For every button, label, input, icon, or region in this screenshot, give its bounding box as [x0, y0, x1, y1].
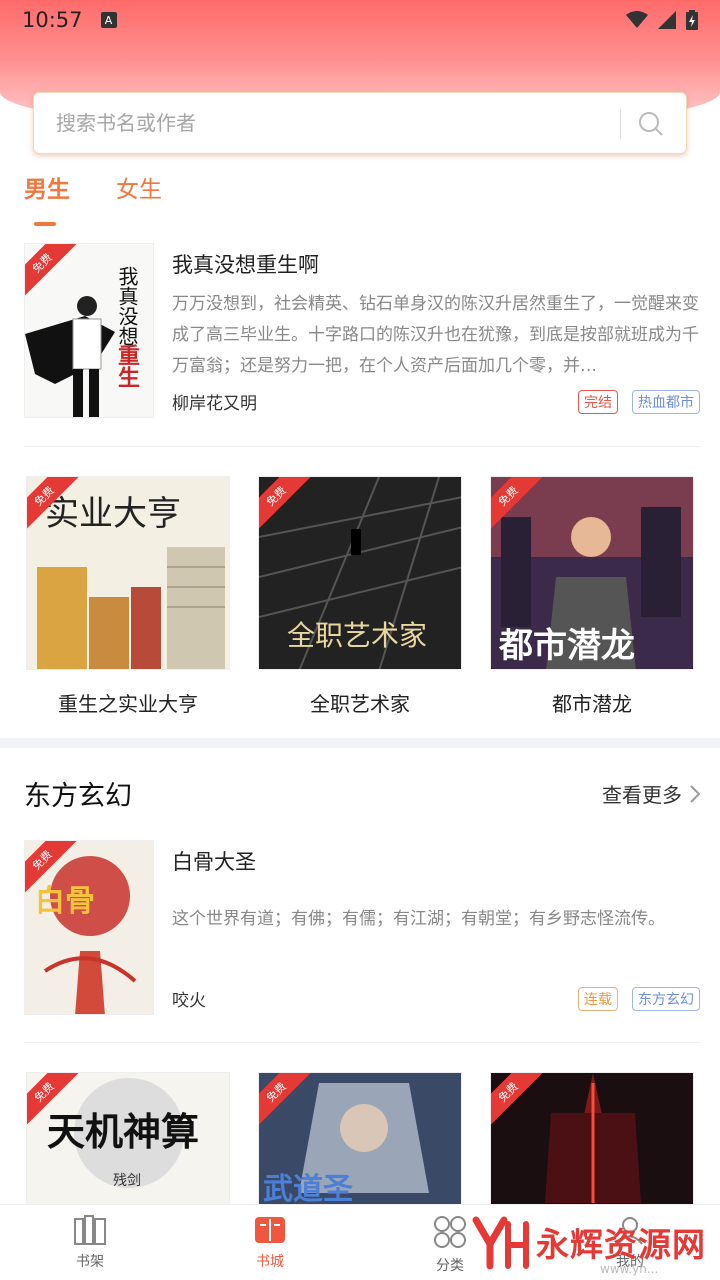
- svg-text:重生: 重生: [114, 344, 140, 388]
- book-info: 白骨大圣 这个世界有道；有佛；有儒；有江湖；有朝堂；有乡野志怪流传。 咬火 连载…: [172, 840, 700, 1015]
- book-title: 我真没想重生啊: [172, 253, 319, 277]
- cover-art: 都市潜龙: [491, 477, 693, 669]
- status-time: 10:57: [22, 8, 83, 32]
- view-more-label: 查看更多: [602, 783, 682, 807]
- tab-female[interactable]: 女生: [116, 170, 162, 216]
- search-input[interactable]: [56, 111, 596, 135]
- status-bar: 10:57 A: [0, 0, 720, 40]
- view-more-link[interactable]: 查看更多: [602, 779, 700, 808]
- book-city-icon: [255, 1217, 285, 1243]
- nav-label: 书城: [256, 1254, 284, 1270]
- book-cover: 武道圣 免费: [258, 1072, 462, 1204]
- grid-book[interactable]: 免费: [490, 1072, 694, 1204]
- bookshelf-icon: [74, 1215, 106, 1245]
- book-cover: 实业大亨 免费: [26, 476, 230, 670]
- grid-book[interactable]: 实业大亨 免费 重生之实业大亨: [26, 476, 230, 717]
- svg-text:实业大亨: 实业大亨: [45, 494, 181, 534]
- book-cover: 白骨 免费: [24, 840, 154, 1015]
- signal-icon: [658, 11, 676, 29]
- nav-book-city[interactable]: 书城: [180, 1205, 360, 1280]
- book-cover: 天机神算 残剑 免费: [26, 1072, 230, 1204]
- nav-bookshelf[interactable]: 书架: [0, 1205, 180, 1280]
- category-icon: [434, 1216, 466, 1248]
- book-title: 重生之实业大亨: [58, 692, 198, 716]
- search-icon[interactable]: [638, 111, 664, 137]
- gender-tabs: 男生 女生: [24, 170, 162, 226]
- divider: [24, 1042, 700, 1043]
- grid-book[interactable]: 都市潜龙 免费 都市潜龙: [490, 476, 694, 717]
- book-grid: 实业大亨 免费 重生之实业大亨 全职艺术家 免费 全职艺术家 都市潜龙 免费 都…: [26, 476, 694, 717]
- book-tags: 完结 热血都市: [578, 389, 700, 414]
- book-meta: 咬火 连载 东方玄幻: [172, 986, 700, 1011]
- genre-tag[interactable]: 东方玄幻: [632, 986, 700, 1011]
- featured-book[interactable]: 我真没想 重生 免费 我真没想重生啊 万万没想到，社会精英、钻石单身汉的陈汉升居…: [24, 243, 700, 418]
- tab-indicator: [34, 222, 56, 226]
- svg-text:都市潜龙: 都市潜龙: [498, 626, 635, 666]
- book-title: 白骨大圣: [172, 850, 256, 874]
- book-cover: 全职艺术家 免费: [258, 476, 462, 670]
- book-cover: 免费: [490, 1072, 694, 1204]
- nav-label: 书架: [76, 1254, 104, 1270]
- tab-male[interactable]: 男生: [24, 170, 70, 226]
- genre-tag[interactable]: 热血都市: [632, 389, 700, 414]
- nav-label: 分类: [436, 1258, 464, 1274]
- svg-text:白骨: 白骨: [35, 884, 95, 919]
- search-divider: [620, 109, 621, 139]
- book-tags: 连载 东方玄幻: [578, 986, 700, 1011]
- notification-icon: A: [100, 12, 117, 28]
- watermark-text: 永辉资源网: [536, 1225, 706, 1264]
- cover-art: 实业大亨: [27, 477, 229, 669]
- watermark: 永辉资源网: [470, 1214, 706, 1270]
- wifi-icon: [626, 11, 648, 28]
- search-bar[interactable]: [33, 92, 687, 154]
- svg-text:我真没想: 我真没想: [115, 266, 139, 346]
- section-header: 东方玄幻 查看更多: [24, 774, 700, 813]
- grid-book[interactable]: 全职艺术家 免费 全职艺术家: [258, 476, 462, 717]
- status-tag[interactable]: 连载: [578, 986, 618, 1011]
- book-author: 柳岸花又明: [172, 394, 257, 414]
- battery-icon: [686, 10, 698, 30]
- book-meta: 柳岸花又明 完结 热血都市: [172, 389, 700, 414]
- divider: [24, 446, 700, 447]
- book-description: 万万没想到，社会精英、钻石单身汉的陈汉升居然重生了，一觉醒来变成了高三毕业生。十…: [172, 294, 699, 376]
- book-title: 都市潜龙: [552, 692, 632, 716]
- svg-text:武道圣: 武道圣: [263, 1172, 354, 1204]
- book-author: 咬火: [172, 991, 206, 1011]
- tab-male-label: 男生: [24, 177, 70, 203]
- section-title: 东方玄幻: [24, 781, 132, 812]
- book-cover: 都市潜龙 免费: [490, 476, 694, 670]
- svg-text:全职艺术家: 全职艺术家: [287, 619, 427, 652]
- grid-book[interactable]: 天机神算 残剑 免费: [26, 1072, 230, 1204]
- grid-book[interactable]: 武道圣 免费: [258, 1072, 462, 1204]
- book-description: 这个世界有道；有佛；有儒；有江湖；有朝堂；有乡野志怪流传。: [172, 909, 665, 929]
- section-separator: [0, 738, 720, 748]
- featured-book[interactable]: 白骨 免费 白骨大圣 这个世界有道；有佛；有儒；有江湖；有朝堂；有乡野志怪流传。…: [24, 840, 700, 1015]
- svg-text:天机神算: 天机神算: [47, 1109, 199, 1154]
- watermark-url: www.yh...: [600, 1262, 659, 1276]
- cover-art: 全职艺术家: [259, 477, 461, 669]
- svg-text:残剑: 残剑: [113, 1173, 141, 1189]
- book-info: 我真没想重生啊 万万没想到，社会精英、钻石单身汉的陈汉升居然重生了，一觉醒来变成…: [172, 243, 700, 418]
- book-title: 全职艺术家: [310, 692, 410, 716]
- book-grid: 天机神算 残剑 免费 武道圣 免费 免费: [26, 1072, 694, 1204]
- tab-female-label: 女生: [116, 177, 162, 203]
- book-cover: 我真没想 重生 免费: [24, 243, 154, 418]
- status-tag[interactable]: 完结: [578, 389, 618, 414]
- chevron-right-icon: [690, 784, 700, 803]
- watermark-logo-icon: [472, 1216, 529, 1270]
